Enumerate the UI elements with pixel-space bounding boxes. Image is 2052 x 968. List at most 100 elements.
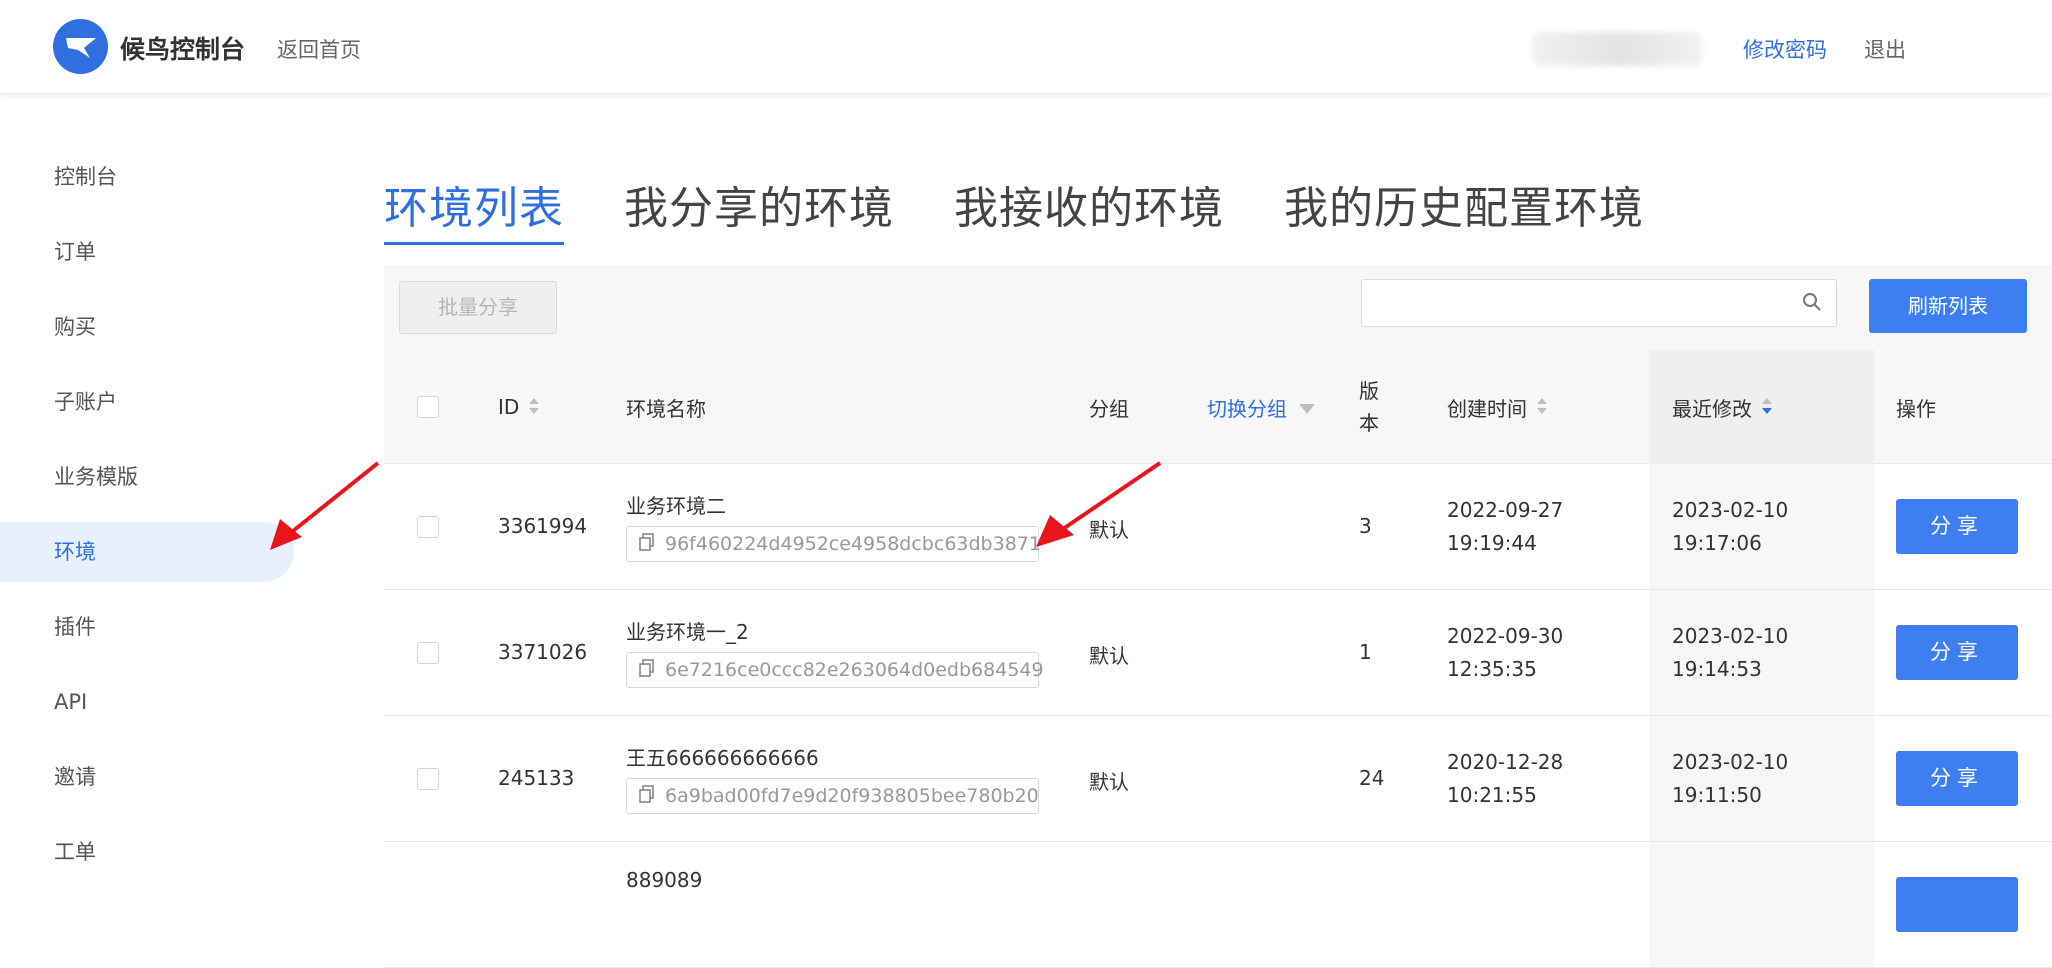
modified-time: 19:11:50 — [1672, 783, 1762, 807]
env-tabs: 环境列表 我分享的环境 我接收的环境 我的历史配置环境 — [384, 172, 1704, 245]
env-group: 默认 — [1089, 518, 1129, 542]
sidebar-item-environment[interactable]: 环境 — [0, 522, 294, 582]
user-name-blurred — [1532, 32, 1702, 66]
modified-time: 19:14:53 — [1672, 657, 1762, 681]
env-uuid-text: 6a9bad00fd7e9d20f938805bee780b20 — [665, 785, 1039, 807]
created-date: 2022-09-30 — [1447, 624, 1564, 648]
top-header: 候鸟控制台 返回首页 修改密码 退出 — [0, 0, 2052, 94]
search-icon[interactable] — [1802, 292, 1822, 316]
header-created-label: 创建时间 — [1447, 396, 1527, 421]
header-version-line1: 版 — [1359, 379, 1379, 403]
header-modified[interactable]: 最近修改 — [1672, 350, 1772, 464]
sidebar-item-invite[interactable]: 邀请 — [0, 740, 300, 815]
sort-icon[interactable] — [1537, 398, 1547, 416]
modified-date: 2023-02-10 — [1672, 498, 1789, 522]
table-row: 3371026 业务环境一_2 6e7216ce0ccc82e263064d0e… — [384, 590, 2052, 716]
created-time: 19:19:44 — [1447, 531, 1537, 555]
row-checkbox[interactable] — [417, 768, 439, 790]
environment-table: ID 环境名称 分组 切换分组 版 本 创建时间 最近修改 操作 3361994… — [384, 350, 2052, 968]
header-name: 环境名称 — [626, 396, 706, 421]
table-row: 3361994 业务环境二 96f460224d4952ce4958dcbc63… — [384, 464, 2052, 590]
sidebar: 控制台 订单 购买 子账户 业务模版 环境 插件 API 邀请 工单 — [0, 140, 300, 890]
env-id: 245133 — [498, 766, 575, 790]
switch-group-label[interactable]: 切换分组 — [1207, 393, 1287, 422]
env-name: 889089 — [626, 868, 703, 892]
env-created: 2022-09-30 12:35:35 — [1447, 620, 1563, 686]
env-modified: 2023-02-10 19:17:06 — [1672, 494, 1788, 560]
copy-icon[interactable] — [639, 658, 655, 682]
sorted-cell-bg — [1649, 842, 1874, 967]
logout-link[interactable]: 退出 — [1864, 34, 1906, 64]
share-button[interactable]: 分享 — [1896, 499, 2018, 554]
search-input[interactable] — [1362, 280, 1782, 326]
search-field[interactable] — [1361, 279, 1837, 327]
env-group: 默认 — [1089, 644, 1129, 668]
env-uuid[interactable]: 6a9bad00fd7e9d20f938805bee780b20 — [626, 778, 1039, 814]
sidebar-item-subaccount[interactable]: 子账户 — [0, 365, 300, 440]
env-created: 2022-09-27 19:19:44 — [1447, 494, 1563, 560]
env-uuid-text: 6e7216ce0ccc82e263064d0edb684549 — [665, 659, 1044, 681]
sort-desc-icon[interactable] — [1762, 398, 1772, 416]
copy-icon[interactable] — [639, 784, 655, 808]
sidebar-item-console[interactable]: 控制台 — [0, 140, 300, 215]
header-group: 分组 — [1089, 396, 1129, 421]
header-version-line2: 本 — [1359, 411, 1379, 435]
share-button[interactable]: 分享 — [1896, 625, 2018, 680]
header-id-label: ID — [498, 395, 520, 419]
env-version: 24 — [1359, 766, 1385, 790]
refresh-list-button[interactable]: 刷新列表 — [1869, 279, 2027, 333]
env-modified: 2023-02-10 19:11:50 — [1672, 746, 1788, 812]
select-all-checkbox[interactable] — [417, 396, 439, 418]
header-switch-group[interactable]: 切换分组 — [1207, 350, 1315, 464]
env-name: 王五666666666666 — [626, 746, 819, 770]
created-date: 2022-09-27 — [1447, 498, 1564, 522]
header-modified-label: 最近修改 — [1672, 396, 1752, 421]
modified-time: 19:17:06 — [1672, 531, 1762, 555]
header-version: 版 本 — [1359, 350, 1379, 464]
sidebar-item-plugins[interactable]: 插件 — [0, 590, 300, 665]
tab-received[interactable]: 我接收的环境 — [954, 172, 1224, 245]
tab-env-list[interactable]: 环境列表 — [384, 172, 564, 245]
header-id[interactable]: ID — [498, 350, 540, 464]
sidebar-item-api[interactable]: API — [0, 665, 300, 740]
env-name: 业务环境一_2 — [626, 620, 749, 644]
row-checkbox[interactable] — [417, 516, 439, 538]
batch-share-button[interactable]: 批量分享 — [399, 281, 557, 334]
share-button[interactable]: 分享 — [1896, 751, 2018, 806]
env-version: 3 — [1359, 514, 1372, 538]
table-row: 889089 — [384, 842, 2052, 968]
env-uuid[interactable]: 96f460224d4952ce4958dcbc63db3871 — [626, 526, 1041, 562]
modified-date: 2023-02-10 — [1672, 624, 1789, 648]
change-password-link[interactable]: 修改密码 — [1743, 34, 1827, 64]
filter-icon[interactable] — [1299, 404, 1315, 414]
env-modified: 2023-02-10 19:14:53 — [1672, 620, 1788, 686]
env-group: 默认 — [1089, 770, 1129, 794]
tab-my-shared[interactable]: 我分享的环境 — [624, 172, 894, 245]
created-time: 12:35:35 — [1447, 657, 1537, 681]
modified-date: 2023-02-10 — [1672, 750, 1789, 774]
env-uuid[interactable]: 6e7216ce0ccc82e263064d0edb684549 — [626, 652, 1044, 688]
back-home-link[interactable]: 返回首页 — [277, 34, 361, 64]
brand-title: 候鸟控制台 — [120, 35, 246, 64]
env-name: 业务环境二 — [626, 494, 726, 518]
sidebar-item-templates[interactable]: 业务模版 — [0, 440, 300, 515]
env-uuid-text: 96f460224d4952ce4958dcbc63db3871 — [665, 533, 1041, 555]
sidebar-item-buy[interactable]: 购买 — [0, 290, 300, 365]
env-id: 3371026 — [498, 640, 588, 664]
sidebar-item-tickets[interactable]: 工单 — [0, 815, 300, 890]
row-checkbox[interactable] — [417, 642, 439, 664]
env-version: 1 — [1359, 640, 1372, 664]
table-header: ID 环境名称 分组 切换分组 版 本 创建时间 最近修改 操作 — [384, 350, 2052, 464]
env-id: 3361994 — [498, 514, 588, 538]
share-button[interactable] — [1896, 877, 2018, 932]
copy-icon[interactable] — [639, 532, 655, 556]
logo-bird-icon[interactable] — [53, 19, 108, 74]
sort-icon[interactable] — [529, 398, 540, 416]
table-row: 245133 王五666666666666 6a9bad00fd7e9d20f9… — [384, 716, 2052, 842]
tab-history[interactable]: 我的历史配置环境 — [1284, 172, 1644, 245]
sidebar-item-orders[interactable]: 订单 — [0, 215, 300, 290]
header-created[interactable]: 创建时间 — [1447, 350, 1547, 464]
created-date: 2020-12-28 — [1447, 750, 1564, 774]
table-toolbar: 批量分享 刷新列表 — [384, 265, 2052, 350]
env-created: 2020-12-28 10:21:55 — [1447, 746, 1563, 812]
